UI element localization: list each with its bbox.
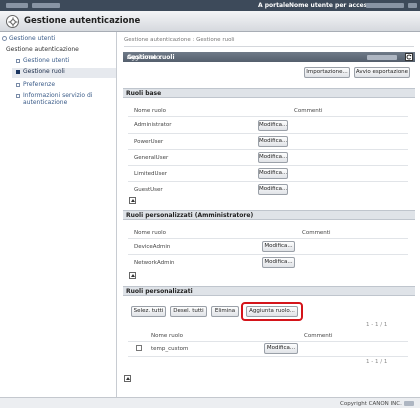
refresh-icon[interactable] [405, 53, 413, 61]
sidebar-item-label: Gestione utenti [23, 57, 70, 64]
bullet-icon [16, 83, 20, 87]
edit-role-button[interactable]: Modifica... [264, 343, 298, 354]
column-header-role-name: Nome ruolo [134, 108, 166, 114]
section-title: Ruoli base [126, 90, 162, 97]
edit-role-button[interactable]: Modifica... [258, 152, 288, 163]
divider [128, 341, 408, 342]
delete-button[interactable]: Elimina [211, 306, 239, 317]
blurred-text [6, 3, 28, 8]
blurred-logo [404, 401, 414, 406]
sidebar-item-role-management[interactable]: Gestione ruoli [12, 68, 116, 78]
edit-role-button[interactable]: Modifica... [258, 184, 288, 195]
portal-link[interactable]: A portale [258, 2, 289, 9]
sidebar-item-preferences[interactable]: Preferenze [12, 81, 116, 91]
section-title: Ruoli personalizzati [126, 288, 193, 295]
pagination-info: 1 - 1 / 1 [366, 322, 388, 328]
divider [128, 254, 408, 255]
edit-role-button[interactable]: Modifica... [258, 136, 288, 147]
sidebar-item-label: Gestione ruoli [23, 68, 65, 75]
base-roles-header: Ruoli base [123, 88, 415, 98]
role-name-cell: PowerUser [134, 139, 164, 145]
copyright: Copyright CANON INC. [340, 400, 402, 407]
blurred-username [366, 3, 404, 8]
role-name-cell: GeneralUser [134, 155, 169, 161]
role-name-cell: LimitedUser [134, 171, 168, 177]
sidebar-top-link-label: Gestione utenti [9, 35, 56, 42]
column-header-comments: Commenti [302, 230, 331, 236]
gear-icon [6, 15, 19, 28]
divider [128, 116, 408, 117]
roles-panel-title-bar: Gestione ruoli Aggiornato: [123, 52, 415, 62]
collapse-icon[interactable] [129, 197, 136, 204]
import-button[interactable]: Importazione... [304, 67, 350, 78]
highlight-box [241, 302, 303, 321]
export-button[interactable]: Avvio esportazione [354, 67, 410, 78]
custom-roles-header: Ruoli personalizzati [123, 286, 415, 296]
sidebar-section-title: Gestione autenticazione [6, 46, 79, 53]
role-name-cell: GuestUser [134, 187, 163, 193]
role-name-cell: NetworkAdmin [134, 260, 175, 266]
sidebar-item-service-info[interactable]: Informazioni servizio di autenticazione [12, 92, 116, 110]
divider [128, 165, 408, 166]
divider [128, 356, 408, 357]
main-content: Gestione autenticazione : Gestione ruoli… [118, 32, 420, 397]
edit-role-button[interactable]: Modifica... [258, 168, 288, 179]
deselect-all-button[interactable]: Desel. tutti [170, 306, 207, 317]
divider [128, 149, 408, 150]
sidebar-item-user-management[interactable]: Gestione utenti [12, 57, 116, 67]
circle-icon [2, 36, 7, 41]
edit-role-button[interactable]: Modifica... [262, 257, 295, 268]
sidebar: Gestione utenti Gestione autenticazione … [0, 32, 117, 397]
blurred-timestamp [367, 55, 397, 60]
select-all-button[interactable]: Selez. tutti [131, 306, 166, 317]
row-checkbox[interactable] [136, 345, 142, 351]
bullet-icon [16, 70, 20, 74]
role-name-cell: temp_custom [151, 346, 189, 352]
admin-custom-roles-header: Ruoli personalizzati (Amministratore) [123, 210, 415, 220]
sidebar-top-link[interactable]: Gestione utenti [2, 35, 55, 42]
edit-role-button[interactable]: Modifica... [258, 120, 288, 131]
app-title: Gestione autenticazione [24, 16, 141, 26]
divider [124, 46, 414, 47]
login-user-label: Nome utente per accesso: [289, 2, 378, 9]
app-header: Gestione autenticazione [0, 11, 420, 32]
divider [128, 181, 408, 182]
collapse-icon[interactable] [124, 375, 131, 382]
role-name-cell: DeviceAdmin [134, 244, 171, 250]
footer: Copyright CANON INC. [0, 397, 420, 408]
sidebar-item-label-line2: autenticazione [23, 99, 68, 106]
top-bar: A portale Nome utente per accesso: [0, 0, 420, 11]
edit-role-button[interactable]: Modifica... [262, 241, 295, 252]
column-header-comments: Commenti [304, 333, 333, 339]
collapse-icon[interactable] [129, 272, 136, 279]
column-header-role-name: Nome ruolo [134, 230, 166, 236]
bullet-icon [16, 94, 20, 98]
role-name-cell: Administrator [134, 122, 172, 128]
blurred-text [32, 3, 60, 8]
sidebar-item-label: Informazioni servizio di [23, 92, 93, 99]
blurred-text [408, 3, 417, 8]
sidebar-item-label: Preferenze [23, 81, 56, 88]
breadcrumb: Gestione autenticazione : Gestione ruoli [124, 37, 235, 43]
column-header-comments: Commenti [294, 108, 323, 114]
updated-label: Aggiornato: [127, 53, 162, 61]
bullet-icon [16, 59, 20, 63]
divider [128, 238, 408, 239]
divider [128, 133, 408, 134]
column-header-role-name: Nome ruolo [151, 333, 183, 339]
pagination-info: 1 - 1 / 1 [366, 359, 388, 365]
section-title: Ruoli personalizzati (Amministratore) [126, 212, 254, 219]
